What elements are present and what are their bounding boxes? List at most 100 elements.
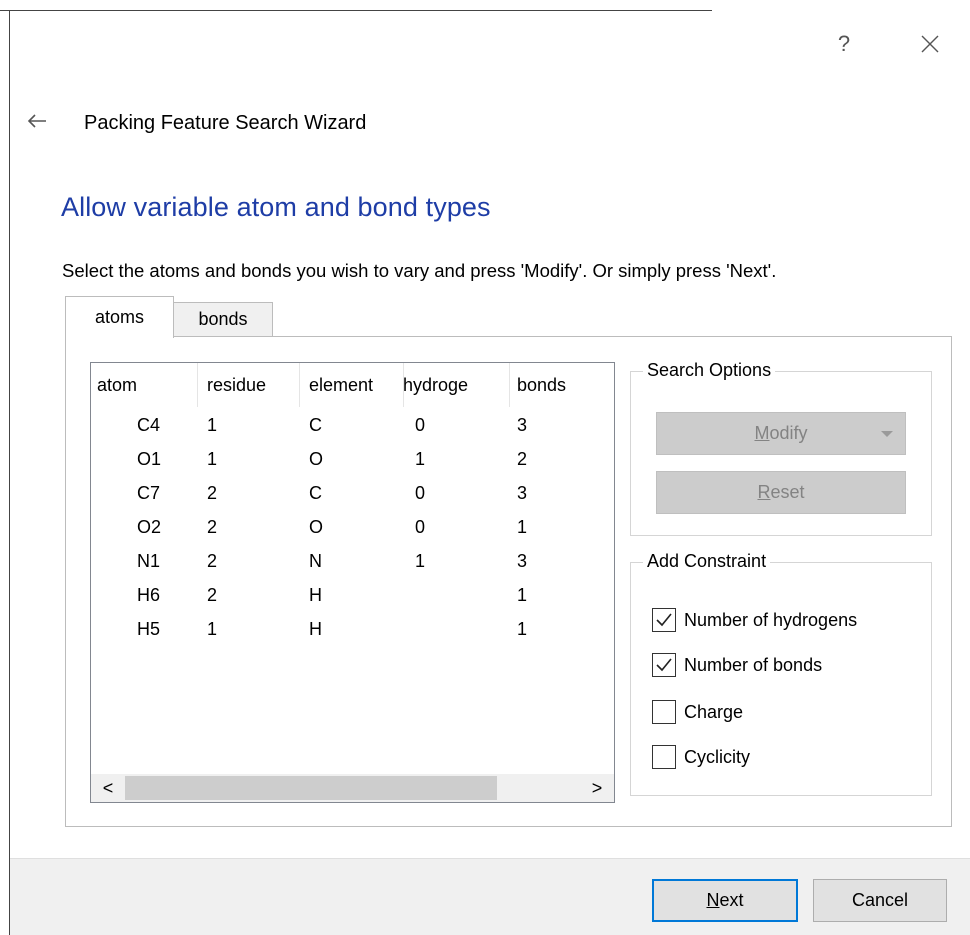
checkbox-number-of-bonds[interactable]: Number of bonds xyxy=(652,650,822,680)
scroll-right-button[interactable]: > xyxy=(580,774,614,802)
table-row[interactable]: H5 1 H 1 xyxy=(91,615,614,648)
table-row[interactable]: N1 2 N 1 3 xyxy=(91,547,614,580)
tab-atoms-label: atoms xyxy=(94,307,145,327)
chevron-left-icon: < xyxy=(102,777,114,798)
next-button[interactable]: Next xyxy=(652,879,798,922)
cell-atom: C7 xyxy=(137,483,161,503)
checkbox-label: Charge xyxy=(684,701,744,722)
window-border-top xyxy=(0,10,712,11)
chevron-right-icon: > xyxy=(591,777,603,798)
column-separator[interactable] xyxy=(299,363,300,407)
cell-residue: 1 xyxy=(207,415,218,435)
checkbox-number-of-hydrogens[interactable]: Number of hydrogens xyxy=(652,605,857,635)
checkbox-label: Cyclicity xyxy=(684,746,750,767)
cell-bonds: 1 xyxy=(517,517,528,537)
cell-bonds: 3 xyxy=(517,483,528,503)
column-header-residue[interactable]: residue xyxy=(207,375,266,396)
cell-atom: N1 xyxy=(137,551,161,571)
cell-element: O xyxy=(309,449,324,469)
cell-residue: 2 xyxy=(207,483,218,503)
wizard-dialog: ? Packing Feature Search Wizard Allow va… xyxy=(0,0,970,935)
column-header-element[interactable]: element xyxy=(309,375,373,396)
table-row[interactable]: H6 2 H 1 xyxy=(91,581,614,614)
modify-dropdown-button[interactable]: Modify xyxy=(656,412,906,455)
cell-atom: O2 xyxy=(137,517,162,537)
cell-atom: H5 xyxy=(137,619,161,639)
tab-bonds-label: bonds xyxy=(198,309,248,329)
next-accelerator: N xyxy=(706,890,720,910)
tab-bonds[interactable]: bonds xyxy=(173,302,273,337)
cell-hydrogens: 1 xyxy=(415,551,426,571)
search-options-label: Search Options xyxy=(643,360,776,381)
reset-accelerator: R xyxy=(757,482,771,502)
atom-list-header: atom residue element hydroge bonds xyxy=(91,363,614,407)
checkmark-icon xyxy=(656,658,672,672)
wizard-title: Packing Feature Search Wizard xyxy=(84,112,367,134)
cell-residue: 1 xyxy=(207,449,218,469)
checkbox-charge[interactable]: Charge xyxy=(652,697,743,727)
scrollbar-thumb[interactable] xyxy=(125,776,497,800)
cell-bonds: 1 xyxy=(517,619,528,639)
cell-hydrogens: 0 xyxy=(415,517,426,537)
checkmark-icon xyxy=(656,613,672,627)
chevron-down-icon xyxy=(881,431,893,437)
cell-element: N xyxy=(309,551,322,571)
cell-atom: C4 xyxy=(137,415,161,435)
tab-atoms[interactable]: atoms xyxy=(65,296,174,338)
horizontal-scrollbar[interactable]: < > xyxy=(91,774,614,802)
cell-residue: 2 xyxy=(207,585,218,605)
column-header-bonds[interactable]: bonds xyxy=(517,375,566,396)
cell-atom: H6 xyxy=(137,585,161,605)
checkbox-cyclicity[interactable]: Cyclicity xyxy=(652,742,750,772)
checkbox-box[interactable] xyxy=(652,653,676,677)
reset-button-label: Reset xyxy=(757,482,804,503)
question-mark-icon: ? xyxy=(837,31,851,56)
column-header-atom[interactable]: atom xyxy=(97,375,137,396)
table-row[interactable]: O2 2 O 0 1 xyxy=(91,513,614,546)
modify-button-label: Modify xyxy=(754,423,807,444)
back-arrow-icon xyxy=(27,114,46,128)
cell-hydrogens: 0 xyxy=(415,483,426,503)
cell-bonds: 3 xyxy=(517,415,528,435)
help-button[interactable]: ? xyxy=(826,26,862,62)
table-row[interactable]: O1 1 O 1 2 xyxy=(91,445,614,478)
window-border-left xyxy=(9,10,10,935)
cancel-button-label: Cancel xyxy=(851,890,909,910)
cell-bonds: 2 xyxy=(517,449,528,469)
next-button-label: Next xyxy=(706,890,743,911)
table-row[interactable]: C7 2 C 0 3 xyxy=(91,479,614,512)
cancel-button[interactable]: Cancel xyxy=(813,879,947,922)
page-heading: Allow variable atom and bond types xyxy=(61,192,491,222)
cell-residue: 2 xyxy=(207,517,218,537)
add-constraint-label: Add Constraint xyxy=(643,551,771,572)
cell-element: C xyxy=(309,415,322,435)
checkbox-box[interactable] xyxy=(652,700,676,724)
scroll-left-button[interactable]: < xyxy=(91,774,125,802)
cell-hydrogens: 1 xyxy=(415,449,426,469)
modify-accelerator: M xyxy=(754,423,770,443)
cell-atom: O1 xyxy=(137,449,162,469)
reset-label-rest: eset xyxy=(770,482,805,502)
reset-button[interactable]: Reset xyxy=(656,471,906,514)
cell-residue: 2 xyxy=(207,551,218,571)
cell-hydrogens: 0 xyxy=(415,415,426,435)
modify-label-rest: odify xyxy=(769,423,808,443)
cell-bonds: 3 xyxy=(517,551,528,571)
table-row[interactable]: C4 1 C 0 3 xyxy=(91,411,614,444)
column-header-hydrogens[interactable]: hydroge xyxy=(403,375,468,396)
checkbox-box[interactable] xyxy=(652,608,676,632)
column-separator[interactable] xyxy=(509,363,510,407)
instructions-text: Select the atoms and bonds you wish to v… xyxy=(62,260,777,281)
checkbox-label: Number of bonds xyxy=(684,654,823,675)
column-separator[interactable] xyxy=(197,363,198,407)
back-button[interactable] xyxy=(24,108,50,134)
checkbox-label: Number of hydrogens xyxy=(684,609,858,630)
atom-list[interactable]: atom residue element hydroge bonds C4 1 … xyxy=(90,362,615,803)
close-button[interactable] xyxy=(912,26,948,62)
cell-bonds: 1 xyxy=(517,585,528,605)
cell-residue: 1 xyxy=(207,619,218,639)
cell-element: C xyxy=(309,483,322,503)
cell-element: H xyxy=(309,585,322,605)
cell-element: O xyxy=(309,517,324,537)
checkbox-box[interactable] xyxy=(652,745,676,769)
